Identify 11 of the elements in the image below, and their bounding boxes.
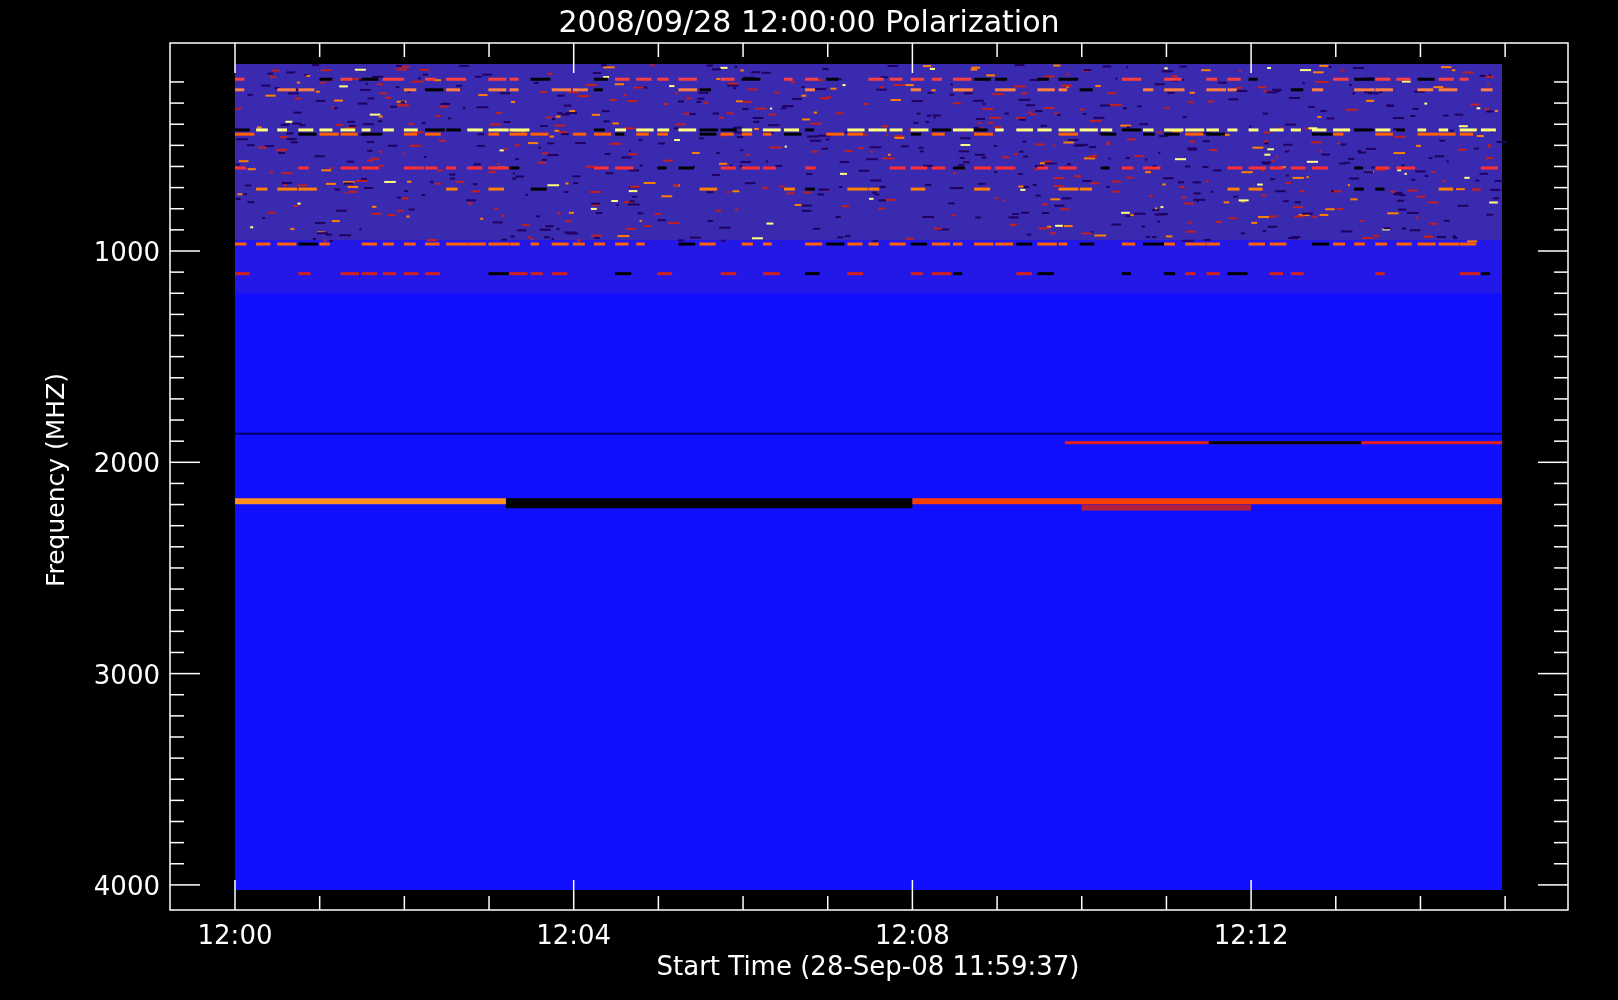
x-tick-label: 12:08 <box>874 920 950 950</box>
y-axis-label: Frequency (MHZ) <box>41 372 70 588</box>
x-tick-label: 12:12 <box>1213 920 1289 950</box>
x-axis-label: Start Time (28-Sep-08 11:59:37) <box>656 951 1080 981</box>
y-tick-label: 1000 <box>93 237 160 267</box>
y-tick-label: 2000 <box>93 448 160 479</box>
x-tick-label: 12:04 <box>536 920 612 950</box>
x-tick-label: 12:00 <box>197 920 273 950</box>
y-tick-label: 4000 <box>93 870 160 901</box>
y-tick-label: 3000 <box>93 659 160 690</box>
chart-title: 2008/09/28 12:00:00 Polarization <box>558 4 1060 39</box>
